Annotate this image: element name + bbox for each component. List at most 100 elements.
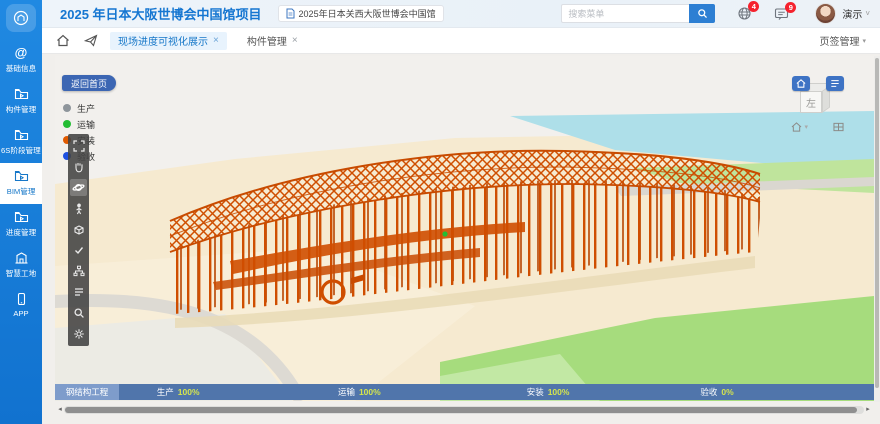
legend-item-transport: 运输 — [63, 116, 95, 132]
sidebar-item-label: 进度管理 — [6, 227, 36, 237]
project-selector[interactable]: 2025年日本关西大阪世博会中国馆 — [278, 5, 444, 22]
hscroll-track[interactable] — [64, 406, 864, 414]
sidebar-item-label: 构件管理 — [6, 104, 36, 114]
status-acceptance: 验收 0% — [700, 384, 733, 400]
transport-dot — [63, 120, 71, 128]
search-icon[interactable] — [70, 304, 87, 321]
tab-bar: 现场进度可视化展示 × 构件管理 × 页签管理 ▾ — [42, 28, 880, 54]
view-list-button[interactable] — [826, 76, 844, 91]
phone-icon — [14, 292, 29, 306]
tab-manager-label: 页签管理 — [819, 33, 859, 48]
scroll-left-icon[interactable]: ◂ — [56, 405, 64, 414]
chevron-down-icon: ▾ — [804, 123, 808, 131]
viewport-layout-button[interactable] — [833, 122, 844, 132]
folder-icon — [14, 128, 29, 142]
close-icon[interactable]: × — [292, 35, 298, 46]
install-percent: 100% — [548, 387, 570, 397]
model-tree-icon[interactable] — [70, 263, 87, 280]
bim-management-app: { "header": { "title": "2025 年日本大阪世博会中国馆… — [0, 0, 880, 424]
sidebar-item-component-mgmt[interactable]: 构件管理 — [0, 81, 42, 122]
tab-progress-visualization[interactable]: 现场进度可视化展示 × — [110, 32, 227, 50]
model-viewport[interactable]: 返回首页 生产 运输 安装 验收 — [55, 56, 874, 401]
sidebar-item-label: 智慧工地 — [6, 268, 36, 278]
document-icon — [286, 8, 295, 19]
production-dot — [63, 104, 71, 112]
view-cube-front-face[interactable]: 左 — [800, 91, 822, 113]
paper-plane-icon — [84, 34, 98, 47]
sidebar-item-basic-info[interactable]: @ 基础信息 — [0, 40, 42, 81]
tab-component-mgmt[interactable]: 构件管理 × — [239, 32, 306, 50]
home-icon — [796, 79, 806, 88]
legend-item-production: 生产 — [63, 100, 95, 116]
sidebar-item-label: BIM管理 — [7, 186, 36, 196]
sidebar-item-label: 6S阶段管理 — [1, 145, 41, 155]
tab-label: 构件管理 — [247, 33, 287, 48]
at-icon: @ — [15, 46, 28, 60]
tab-manager-dropdown[interactable]: 页签管理 ▾ — [819, 33, 866, 48]
list-icon — [830, 79, 840, 88]
fit-view-icon[interactable] — [70, 138, 87, 155]
vscroll-thumb[interactable] — [875, 58, 879, 388]
scene-3d-model[interactable] — [55, 56, 874, 401]
project-tag-label: 2025年日本关西大阪世博会中国馆 — [299, 7, 436, 20]
sidebar-item-smart-site[interactable]: 智慧工地 — [0, 245, 42, 286]
page-title: 2025 年日本大阪世博会中国馆项目 — [60, 4, 262, 23]
chevron-down-icon: ˅ — [865, 9, 870, 18]
search-button[interactable] — [689, 4, 715, 23]
pan-icon[interactable] — [70, 159, 87, 176]
transport-marker — [442, 231, 447, 236]
close-icon[interactable]: × — [213, 35, 219, 46]
production-percent: 100% — [178, 387, 200, 397]
status-production: 生产 100% — [157, 384, 200, 400]
globe-badge: 4 — [748, 1, 759, 12]
sidebar-item-label: 基础信息 — [6, 63, 36, 73]
back-home-button[interactable]: 返回首页 — [62, 75, 116, 91]
acceptance-percent: 0% — [721, 387, 733, 397]
search-input[interactable] — [561, 4, 689, 23]
status-category-tab[interactable]: 钢结构工程 — [55, 384, 119, 400]
building-icon — [14, 251, 29, 265]
home-view-button[interactable] — [792, 76, 810, 91]
chevron-down-icon: ▾ — [862, 37, 866, 45]
home-small-icon — [791, 122, 802, 132]
sidebar-item-bim-mgmt[interactable]: BIM管理 — [0, 163, 42, 204]
hscroll-thumb[interactable] — [65, 407, 857, 413]
walkthrough-icon[interactable] — [70, 200, 87, 217]
avatar — [815, 3, 836, 24]
transport-percent: 100% — [359, 387, 381, 397]
vertical-scrollbar[interactable] — [874, 56, 880, 402]
search-icon — [697, 8, 708, 19]
progress-status-bar: 钢结构工程 生产 100% 运输 100% 安装 100% 验收 0% — [55, 384, 874, 400]
grid-icon — [833, 122, 844, 132]
sidebar-item-label: APP — [13, 309, 28, 318]
viewer-toolbar — [68, 134, 89, 346]
list-panel-icon[interactable] — [70, 284, 87, 301]
horizontal-scrollbar[interactable]: ◂ ▸ — [56, 405, 872, 414]
folder-icon — [14, 169, 29, 183]
user-name: 演示 — [842, 6, 862, 21]
orbit-icon[interactable] — [70, 179, 87, 196]
sidebar-item-progress-mgmt[interactable]: 进度管理 — [0, 204, 42, 245]
status-install: 安装 100% — [527, 384, 570, 400]
status-transport: 运输 100% — [338, 384, 381, 400]
tab-label: 现场进度可视化展示 — [118, 33, 208, 48]
settings-icon[interactable] — [70, 325, 87, 342]
reset-view-button[interactable]: ▾ — [791, 122, 808, 132]
home-icon — [56, 34, 70, 47]
globe-notifications[interactable]: 4 — [737, 6, 752, 21]
section-box-icon[interactable] — [70, 221, 87, 238]
menu-search — [561, 4, 715, 23]
scroll-right-icon[interactable]: ▸ — [864, 405, 872, 414]
status-items: 生产 100% 运输 100% 安装 100% 验收 0% — [119, 384, 874, 400]
header: 2025 年日本大阪世博会中国馆项目 2025年日本关西大阪世博会中国馆 4 9… — [42, 0, 880, 28]
navigate-button[interactable] — [84, 34, 98, 47]
home-button[interactable] — [56, 34, 70, 47]
app-logo-icon[interactable] — [6, 4, 36, 32]
message-badge: 9 — [785, 2, 796, 13]
sidebar-item-6s-stage-mgmt[interactable]: 6S阶段管理 — [0, 122, 42, 163]
check-icon[interactable] — [70, 242, 87, 259]
sidebar-item-app[interactable]: APP — [0, 286, 42, 325]
message-center[interactable]: 9 — [774, 7, 789, 21]
sidebar: @ 基础信息 构件管理 6S阶段管理 BIM管理 进度管理 智慧工地 APP — [0, 0, 42, 424]
user-menu[interactable]: 演示 ˅ — [815, 3, 870, 24]
